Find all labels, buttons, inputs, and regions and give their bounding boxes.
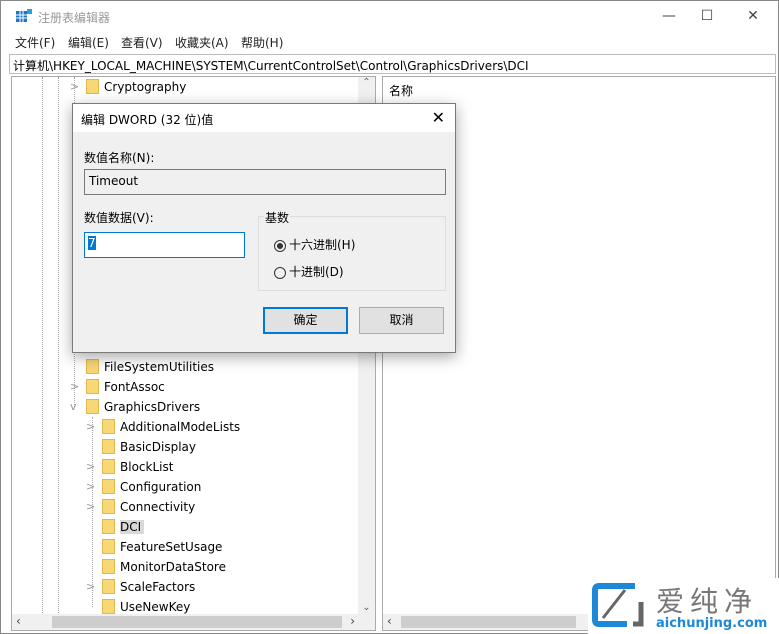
folder-icon: [86, 79, 99, 94]
minimize-button[interactable]: —: [654, 5, 684, 27]
chevron-right-icon[interactable]: >: [70, 377, 79, 397]
value-name-field: Timeout: [84, 169, 446, 195]
menu-help[interactable]: 帮助(H): [241, 34, 283, 51]
folder-icon: [102, 419, 115, 434]
watermark-brand: 爱纯净: [656, 585, 759, 618]
value-name-label: 数值名称(N):: [84, 151, 155, 165]
chevron-right-icon[interactable]: >: [86, 477, 95, 497]
folder-icon: [86, 399, 99, 414]
radio-hex[interactable]: 十六进制(H): [274, 236, 355, 253]
folder-icon: [102, 579, 115, 594]
dialog-title: 编辑 DWORD (32 位)值: [81, 113, 214, 127]
value-data-label: 数值数据(V):: [84, 211, 154, 225]
tree-item[interactable]: > ScaleFactors: [86, 577, 198, 597]
menu-file[interactable]: 文件(F): [15, 34, 55, 51]
tree-item[interactable]: BasicDisplay: [86, 437, 199, 457]
tree-horizontal-scrollbar[interactable]: ‹ ›: [12, 614, 375, 630]
chevron-right-icon[interactable]: >: [86, 497, 95, 517]
menu-view[interactable]: 查看(V): [121, 34, 163, 51]
ok-button[interactable]: 确定: [263, 307, 348, 334]
cancel-button[interactable]: 取消: [359, 307, 444, 334]
chevron-right-icon[interactable]: >: [70, 77, 79, 97]
tree-item[interactable]: > BlockList: [86, 457, 176, 477]
regedit-app-icon: [16, 9, 32, 23]
dialog-titlebar: 编辑 DWORD (32 位)值 ✕: [73, 104, 455, 132]
folder-icon: [102, 439, 115, 454]
chevron-right-icon[interactable]: >: [86, 457, 95, 477]
folder-icon: [102, 519, 115, 534]
folder-icon: [86, 359, 99, 374]
menu-favorites[interactable]: 收藏夹(A): [175, 34, 229, 51]
tree-item[interactable]: > FontAssoc: [70, 377, 165, 397]
dialog-close-icon[interactable]: ✕: [432, 108, 445, 127]
value-data-input[interactable]: 7: [84, 232, 245, 258]
radio-unselected-icon: [274, 266, 286, 279]
window-title: 注册表编辑器: [38, 11, 111, 25]
radio-selected-icon: [274, 239, 286, 252]
tree-item[interactable]: > Connectivity: [86, 497, 198, 517]
tree-item[interactable]: > Configuration: [86, 477, 204, 497]
tree-item[interactable]: FileSystemUtilities: [70, 357, 214, 377]
watermark: 爱纯净 aichunjing.com: [588, 578, 779, 634]
tree-item[interactable]: DCI: [86, 517, 145, 537]
address-bar[interactable]: 计算机\HKEY_LOCAL_MACHINE\SYSTEM\CurrentCon…: [9, 54, 776, 74]
chevron-down-icon[interactable]: v: [70, 397, 77, 417]
tree-item[interactable]: MonitorDataStore: [86, 557, 229, 577]
edit-dword-dialog: 编辑 DWORD (32 位)值 ✕ 数值名称(N): Timeout 数值数据…: [72, 103, 456, 353]
folder-icon: [102, 499, 115, 514]
column-header-name[interactable]: 名称: [389, 82, 413, 99]
maximize-button[interactable]: ☐: [692, 5, 722, 27]
tree-item[interactable]: > Cryptography: [70, 77, 186, 97]
folder-icon: [86, 379, 99, 394]
watermark-logo-icon: [592, 583, 644, 627]
folder-icon: [102, 539, 115, 554]
tree-item[interactable]: > AdditionalModeLists: [86, 417, 243, 437]
close-window-button[interactable]: ✕: [738, 5, 768, 27]
chevron-right-icon[interactable]: >: [86, 577, 95, 597]
folder-icon: [102, 479, 115, 494]
base-label: 基数: [264, 209, 291, 226]
folder-icon: [102, 459, 115, 474]
radio-decimal[interactable]: 十进制(D): [274, 263, 344, 280]
watermark-url: aichunjing.com: [656, 616, 768, 631]
tree-item[interactable]: v GraphicsDrivers: [70, 397, 200, 417]
menu-edit[interactable]: 编辑(E): [68, 34, 109, 51]
chevron-right-icon[interactable]: >: [86, 417, 95, 437]
folder-icon: [102, 559, 115, 574]
tree-item[interactable]: FeatureSetUsage: [86, 537, 225, 557]
folder-icon: [102, 599, 115, 614]
